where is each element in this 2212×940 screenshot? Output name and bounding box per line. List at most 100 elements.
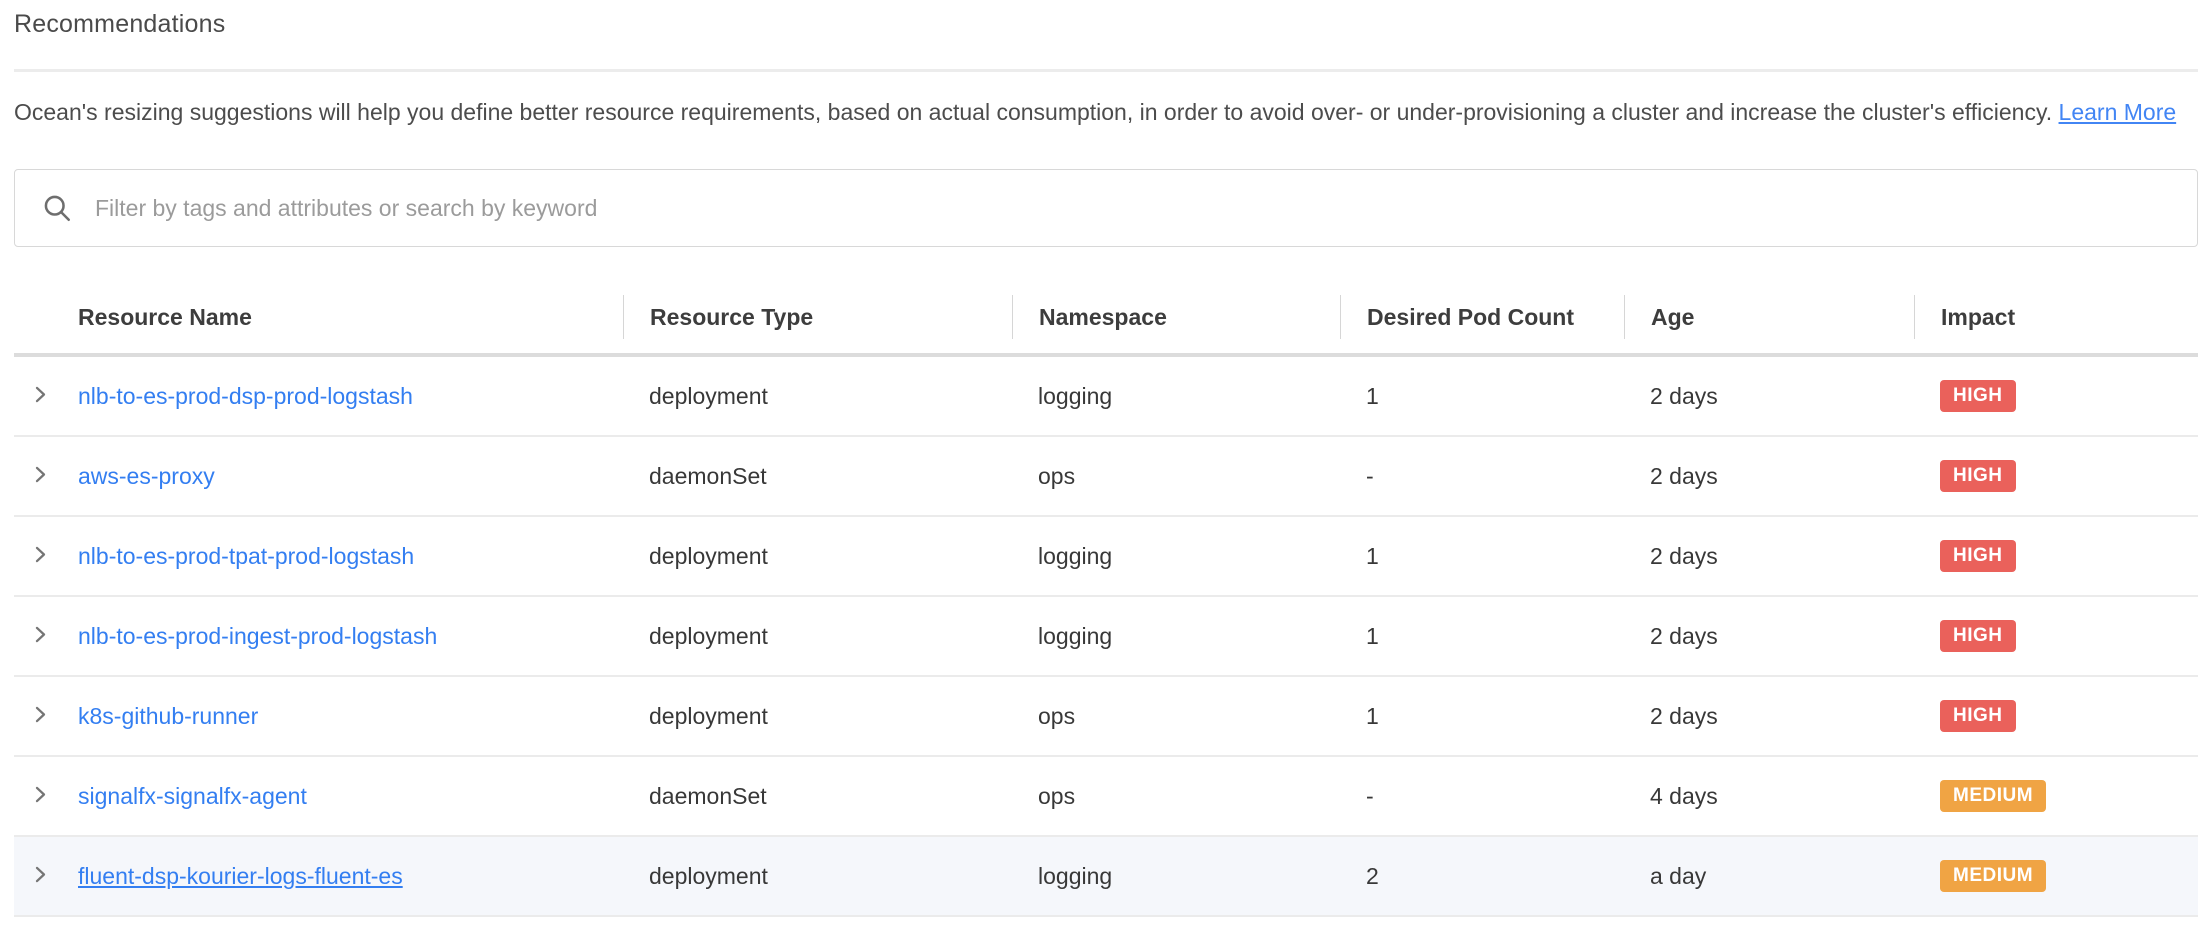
expand-cell [14, 854, 78, 898]
expand-cell [14, 694, 78, 738]
impact-badge: HIGH [1940, 700, 2016, 733]
impact-cell: HIGH [1914, 380, 2198, 413]
expand-cell [14, 454, 78, 498]
desired-pod-count-cell: 1 [1340, 623, 1624, 650]
description-body: Ocean's resizing suggestions will help y… [14, 99, 2059, 125]
desired-pod-count-cell: - [1340, 783, 1624, 810]
namespace-cell: logging [1012, 383, 1340, 410]
desired-pod-count-cell: 2 [1340, 863, 1624, 890]
age-cell: a day [1624, 863, 1914, 890]
namespace-cell: logging [1012, 543, 1340, 570]
table-row: nlb-to-es-prod-dsp-prod-logstash deploym… [14, 357, 2198, 437]
resource-type-cell: deployment [623, 543, 1012, 570]
impact-badge: HIGH [1940, 540, 2016, 573]
column-header-namespace: Namespace [1012, 295, 1340, 339]
expand-row-button[interactable] [18, 374, 62, 418]
column-header-resource-type: Resource Type [623, 295, 1012, 339]
table-header-row: Resource Name Resource Type Namespace De… [14, 281, 2198, 357]
resource-name-link[interactable]: aws-es-proxy [78, 463, 215, 489]
search-input[interactable] [95, 195, 2171, 222]
impact-cell: MEDIUM [1914, 860, 2198, 893]
age-cell: 2 days [1624, 703, 1914, 730]
expand-cell [14, 534, 78, 578]
resource-name-link[interactable]: nlb-to-es-prod-ingest-prod-logstash [78, 623, 437, 649]
impact-badge: HIGH [1940, 620, 2016, 653]
desired-pod-count-cell: - [1340, 463, 1624, 490]
impact-badge: HIGH [1940, 460, 2016, 493]
filter-search-box[interactable] [14, 169, 2198, 247]
expand-cell [14, 774, 78, 818]
chevron-right-icon [30, 464, 51, 488]
namespace-cell: ops [1012, 463, 1340, 490]
resource-type-cell: daemonSet [623, 783, 1012, 810]
expand-row-button[interactable] [18, 774, 62, 818]
expand-row-button[interactable] [18, 694, 62, 738]
table-row: fluent-dsp-kourier-logs-fluent-es deploy… [14, 837, 2198, 917]
age-cell: 2 days [1624, 463, 1914, 490]
chevron-right-icon [30, 624, 51, 648]
expand-cell [14, 374, 78, 418]
namespace-cell: ops [1012, 703, 1340, 730]
age-cell: 2 days [1624, 623, 1914, 650]
resource-name-cell: signalfx-signalfx-agent [78, 783, 623, 810]
resource-name-link[interactable]: fluent-dsp-kourier-logs-fluent-es [78, 863, 403, 889]
table-row: aws-es-proxy daemonSet ops - 2 days HIGH [14, 437, 2198, 517]
impact-cell: HIGH [1914, 460, 2198, 493]
learn-more-link[interactable]: Learn More [2059, 99, 2177, 125]
recommendations-table: Resource Name Resource Type Namespace De… [14, 281, 2198, 917]
table-row: nlb-to-es-prod-tpat-prod-logstash deploy… [14, 517, 2198, 597]
page-title: Recommendations [14, 10, 2198, 39]
age-cell: 4 days [1624, 783, 1914, 810]
impact-badge: MEDIUM [1940, 780, 2046, 813]
impact-cell: HIGH [1914, 700, 2198, 733]
resource-type-cell: deployment [623, 383, 1012, 410]
expand-row-button[interactable] [18, 534, 62, 578]
resource-name-link[interactable]: nlb-to-es-prod-dsp-prod-logstash [78, 383, 413, 409]
age-cell: 2 days [1624, 383, 1914, 410]
resource-name-cell: k8s-github-runner [78, 703, 623, 730]
chevron-right-icon [30, 864, 51, 888]
resource-name-cell: fluent-dsp-kourier-logs-fluent-es [78, 863, 623, 890]
table-row: k8s-github-runner deployment ops 1 2 day… [14, 677, 2198, 757]
resource-type-cell: daemonSet [623, 463, 1012, 490]
resource-type-cell: deployment [623, 703, 1012, 730]
desired-pod-count-cell: 1 [1340, 703, 1624, 730]
impact-badge: HIGH [1940, 380, 2016, 413]
table-row: signalfx-signalfx-agent daemonSet ops - … [14, 757, 2198, 837]
column-header-desired-pod-count: Desired Pod Count [1340, 295, 1624, 339]
age-cell: 2 days [1624, 543, 1914, 570]
resource-type-cell: deployment [623, 863, 1012, 890]
namespace-cell: logging [1012, 623, 1340, 650]
recommendations-page: Recommendations Ocean's resizing suggest… [0, 0, 2212, 917]
column-header-impact: Impact [1914, 295, 2198, 339]
namespace-cell: ops [1012, 783, 1340, 810]
resource-name-cell: nlb-to-es-prod-dsp-prod-logstash [78, 383, 623, 410]
table-row: nlb-to-es-prod-ingest-prod-logstash depl… [14, 597, 2198, 677]
header-spacer [14, 295, 78, 339]
resource-name-cell: nlb-to-es-prod-tpat-prod-logstash [78, 543, 623, 570]
expand-row-button[interactable] [18, 854, 62, 898]
chevron-right-icon [30, 784, 51, 808]
table-body: nlb-to-es-prod-dsp-prod-logstash deploym… [14, 357, 2198, 917]
resource-type-cell: deployment [623, 623, 1012, 650]
impact-cell: HIGH [1914, 620, 2198, 653]
resource-name-link[interactable]: signalfx-signalfx-agent [78, 783, 307, 809]
search-icon [41, 192, 73, 224]
title-divider [14, 69, 2198, 72]
resource-name-link[interactable]: nlb-to-es-prod-tpat-prod-logstash [78, 543, 414, 569]
resource-name-link[interactable]: k8s-github-runner [78, 703, 258, 729]
desired-pod-count-cell: 1 [1340, 383, 1624, 410]
desired-pod-count-cell: 1 [1340, 543, 1624, 570]
expand-row-button[interactable] [18, 454, 62, 498]
resource-name-cell: aws-es-proxy [78, 463, 623, 490]
column-header-resource-name: Resource Name [78, 295, 623, 339]
resource-name-cell: nlb-to-es-prod-ingest-prod-logstash [78, 623, 623, 650]
chevron-right-icon [30, 384, 51, 408]
expand-cell [14, 614, 78, 658]
column-header-age: Age [1624, 295, 1914, 339]
impact-cell: HIGH [1914, 540, 2198, 573]
chevron-right-icon [30, 544, 51, 568]
expand-row-button[interactable] [18, 614, 62, 658]
description-text: Ocean's resizing suggestions will help y… [14, 94, 2198, 131]
impact-badge: MEDIUM [1940, 860, 2046, 893]
